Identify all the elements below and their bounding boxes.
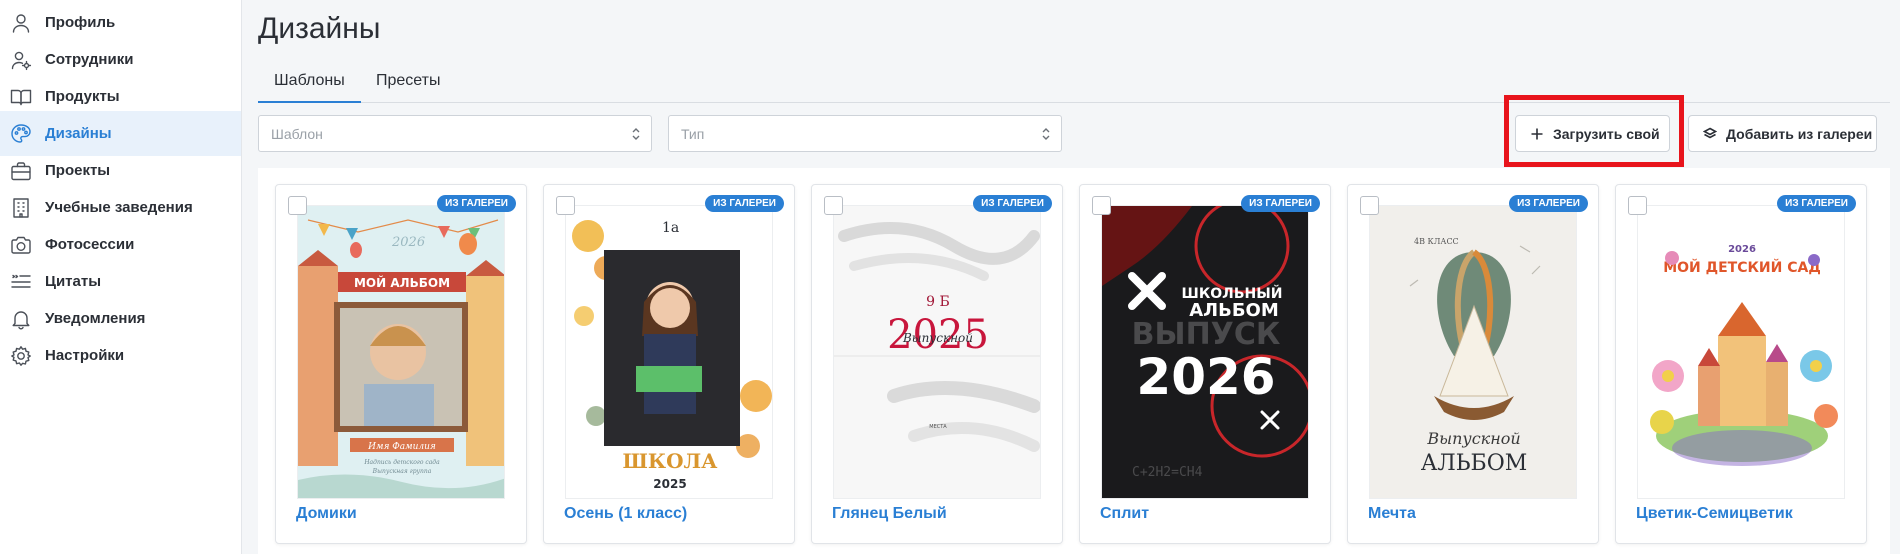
template-name[interactable]: Глянец Белый bbox=[832, 505, 947, 523]
template-card[interactable]: ИЗ ГАЛЕРЕИ 9 Б 2025 Выпускной МЕСТА Глян… bbox=[811, 184, 1063, 544]
sidebar-item-label: Дизайны bbox=[45, 125, 112, 142]
palette-icon bbox=[10, 123, 32, 145]
art-year: 2026 bbox=[1728, 244, 1756, 255]
template-card[interactable]: ИЗ ГАЛЕРЕИ 1а ШКОЛА 2025 Осень (1 класс) bbox=[543, 184, 795, 544]
art-title: МОЙ ДЕТСКИЙ САД bbox=[1663, 259, 1821, 276]
card-checkbox[interactable] bbox=[1092, 196, 1111, 215]
template-select[interactable]: Шаблон bbox=[258, 115, 652, 152]
sidebar: Профиль Сотрудники Продукты Дизайны Прое… bbox=[0, 0, 242, 554]
camera-icon bbox=[10, 234, 32, 256]
template-name[interactable]: Осень (1 класс) bbox=[564, 505, 687, 523]
sidebar-item-label: Настройки bbox=[45, 347, 125, 364]
gallery-badge: ИЗ ГАЛЕРЕИ bbox=[1777, 195, 1856, 212]
type-select-placeholder: Тип bbox=[681, 125, 705, 142]
templates-grid: ИЗ ГАЛЕРЕИ 2026 МОЙ АЛЬБОМ Имя Фамилия Н… bbox=[258, 168, 1890, 554]
select-arrows-icon bbox=[1042, 128, 1050, 140]
tab-templates[interactable]: Шаблоны bbox=[258, 68, 361, 103]
bell-icon bbox=[10, 308, 32, 330]
template-thumbnail[interactable]: 1а ШКОЛА 2025 bbox=[565, 205, 773, 499]
card-checkbox[interactable] bbox=[824, 196, 843, 215]
quote-list-icon bbox=[10, 271, 32, 293]
sidebar-item-label: Сотрудники bbox=[45, 51, 134, 68]
gallery-badge: ИЗ ГАЛЕРЕИ bbox=[705, 195, 784, 212]
template-thumbnail[interactable]: 4В КЛАСС Выпускной АЛЬБОМ bbox=[1369, 205, 1577, 499]
template-card[interactable]: ИЗ ГАЛЕРЕИ 2026 МОЙ АЛЬБОМ Имя Фамилия Н… bbox=[275, 184, 527, 544]
art-formula: C+2H2=CH4 bbox=[1132, 465, 1203, 480]
tab-bar: Шаблоны Пресеты bbox=[258, 68, 1890, 103]
sidebar-item-label: Проекты bbox=[45, 162, 111, 179]
briefcase-icon bbox=[10, 160, 32, 182]
plus-icon bbox=[1530, 127, 1544, 141]
upload-own-button[interactable]: Загрузить свой bbox=[1515, 115, 1670, 152]
main-content: Дизайны Шаблоны Пресеты Шаблон Тип Загру… bbox=[242, 0, 1900, 554]
art-school: ШКОЛА bbox=[623, 449, 719, 473]
sidebar-item-label: Уведомления bbox=[45, 310, 146, 327]
select-arrows-icon bbox=[632, 128, 640, 140]
page-title: Дизайны bbox=[258, 12, 381, 45]
tab-presets[interactable]: Пресеты bbox=[360, 68, 457, 103]
art-grade: 4В КЛАСС bbox=[1414, 237, 1459, 246]
layers-icon bbox=[1702, 127, 1718, 141]
template-thumbnail[interactable]: ШКОЛЬНЫЙ АЛЬБОМ ВЫПУСК 2026 C+2H2=CH4 bbox=[1101, 205, 1309, 499]
user-gear-icon bbox=[10, 49, 32, 71]
sidebar-item-label: Фотосессии bbox=[45, 236, 135, 253]
template-card[interactable]: ИЗ ГАЛЕРЕИ 4В КЛАСС Выпускной АЛЬБОМ Меч… bbox=[1347, 184, 1599, 544]
template-name[interactable]: Мечта bbox=[1368, 505, 1416, 523]
art-script: Выпускной bbox=[1426, 429, 1520, 448]
art-title: МОЙ АЛЬБОМ bbox=[354, 275, 450, 290]
template-name[interactable]: Домики bbox=[296, 505, 357, 523]
sidebar-item-label: Продукты bbox=[45, 88, 120, 105]
user-icon bbox=[10, 12, 32, 34]
template-name[interactable]: Цветик-Семицветик bbox=[1636, 505, 1793, 523]
sidebar-item-label: Учебные заведения bbox=[45, 199, 193, 216]
book-icon bbox=[10, 86, 32, 108]
gallery-badge: ИЗ ГАЛЕРЕИ bbox=[1509, 195, 1588, 212]
gallery-badge: ИЗ ГАЛЕРЕИ bbox=[1241, 195, 1320, 212]
sidebar-item-settings[interactable]: Настройки bbox=[0, 333, 241, 378]
template-card[interactable]: ИЗ ГАЛЕРЕИ 2026 МОЙ ДЕТСКИЙ САД Цветик-С… bbox=[1615, 184, 1867, 544]
upload-own-label: Загрузить свой bbox=[1553, 125, 1660, 142]
template-name[interactable]: Сплит bbox=[1100, 505, 1149, 523]
art-subcaption2: Выпускная группа bbox=[372, 468, 432, 475]
art-title: АЛЬБОМ bbox=[1421, 451, 1528, 476]
art-caption: Имя Фамилия bbox=[367, 442, 436, 452]
card-checkbox[interactable] bbox=[288, 196, 307, 215]
card-checkbox[interactable] bbox=[1360, 196, 1379, 215]
art-grade: 9 Б bbox=[926, 294, 950, 310]
add-from-gallery-label: Добавить из галереи bbox=[1726, 125, 1873, 142]
art-grade: 1а bbox=[662, 220, 679, 236]
sidebar-item-label: Цитаты bbox=[45, 273, 102, 290]
card-checkbox[interactable] bbox=[556, 196, 575, 215]
template-thumbnail[interactable]: 2026 МОЙ ДЕТСКИЙ САД bbox=[1637, 205, 1845, 499]
art-year: 2025 bbox=[653, 477, 686, 491]
art-script: Выпускной bbox=[902, 331, 973, 345]
art-small: МЕСТА bbox=[929, 424, 947, 430]
template-thumbnail[interactable]: 2026 МОЙ АЛЬБОМ Имя Фамилия Надпись детс… bbox=[297, 205, 505, 499]
template-thumbnail[interactable]: 9 Б 2025 Выпускной МЕСТА bbox=[833, 205, 1041, 499]
gallery-badge: ИЗ ГАЛЕРЕИ bbox=[437, 195, 516, 212]
template-card[interactable]: ИЗ ГАЛЕРЕИ ШКОЛЬНЫЙ АЛЬБОМ ВЫПУСК 2026 C… bbox=[1079, 184, 1331, 544]
type-select[interactable]: Тип bbox=[668, 115, 1062, 152]
art-subcaption: Надпись детского сада bbox=[363, 459, 440, 466]
art-line3: ВЫПУСК bbox=[1132, 317, 1281, 352]
gear-icon bbox=[10, 345, 32, 367]
sidebar-item-label: Профиль bbox=[45, 14, 116, 31]
add-from-gallery-button[interactable]: Добавить из галереи bbox=[1688, 115, 1877, 152]
gallery-badge: ИЗ ГАЛЕРЕИ bbox=[973, 195, 1052, 212]
art-year: 2026 bbox=[1136, 348, 1275, 406]
art-year: 2026 bbox=[391, 235, 425, 250]
building-icon bbox=[10, 197, 32, 219]
card-checkbox[interactable] bbox=[1628, 196, 1647, 215]
template-select-placeholder: Шаблон bbox=[271, 125, 323, 142]
